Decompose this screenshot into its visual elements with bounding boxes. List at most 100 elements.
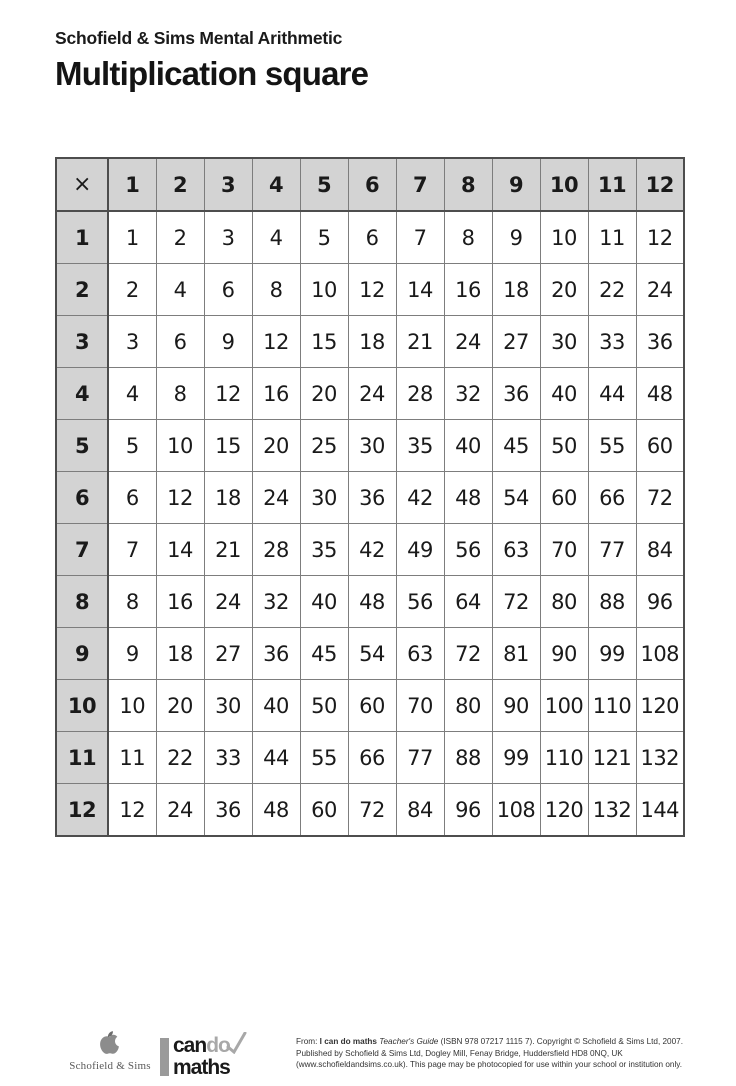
row-header-12: 12 xyxy=(55,783,109,837)
grid-cell: 42 xyxy=(347,523,397,576)
grid-cell: 132 xyxy=(587,783,637,837)
row-header-4: 4 xyxy=(55,367,109,420)
grid-cell: 1 xyxy=(107,210,157,264)
column-header-11: 11 xyxy=(587,157,637,212)
grid-cell: 45 xyxy=(299,627,349,680)
logo-text-can: can xyxy=(173,1034,207,1057)
copyright-prefix: From: xyxy=(296,1037,320,1046)
grid-cell: 8 xyxy=(155,367,205,420)
grid-cell: 10 xyxy=(299,263,349,316)
grid-cell: 84 xyxy=(395,783,445,837)
apple-icon xyxy=(100,1031,119,1054)
row-header-5: 5 xyxy=(55,419,109,472)
grid-cell: 108 xyxy=(635,627,685,680)
page-title: Multiplication square xyxy=(55,55,369,92)
grid-cell: 40 xyxy=(443,419,493,472)
grid-cell: 14 xyxy=(155,523,205,576)
row-header-8: 8 xyxy=(55,575,109,628)
grid-cell: 21 xyxy=(395,315,445,368)
grid-cell: 10 xyxy=(107,679,157,732)
grid-cell: 8 xyxy=(443,210,493,264)
grid-cell: 18 xyxy=(203,471,253,524)
grid-cell: 77 xyxy=(587,523,637,576)
grid-cell: 44 xyxy=(251,731,301,784)
grid-cell: 20 xyxy=(251,419,301,472)
column-header-5: 5 xyxy=(299,157,349,212)
grid-cell: 63 xyxy=(491,523,541,576)
logo-text-maths: maths xyxy=(173,1056,231,1079)
grid-cell: 18 xyxy=(155,627,205,680)
column-header-2: 2 xyxy=(155,157,205,212)
grid-row: 2 2 4 6 8 10 12 14 16 18 20 22 24 xyxy=(55,263,685,316)
grid-cell: 30 xyxy=(299,471,349,524)
grid-cell: 15 xyxy=(299,315,349,368)
grid-cell: 3 xyxy=(107,315,157,368)
logo-line-can-do: cando xyxy=(173,1032,247,1057)
grid-cell: 84 xyxy=(635,523,685,576)
grid-cell: 5 xyxy=(107,419,157,472)
grid-cell: 60 xyxy=(539,471,589,524)
grid-cell: 33 xyxy=(587,315,637,368)
grid-cell: 72 xyxy=(491,575,541,628)
grid-cell: 18 xyxy=(491,263,541,316)
grid-cell: 25 xyxy=(299,419,349,472)
grid-cell: 55 xyxy=(587,419,637,472)
grid-cell: 81 xyxy=(491,627,541,680)
grid-cell: 24 xyxy=(203,575,253,628)
grid-body: 1 1 2 3 4 5 6 7 8 9 10 11 12 2 2 4 6 8 10 12 14 16 18 20 22 24 3 3 6… xyxy=(55,210,685,837)
grid-cell: 56 xyxy=(443,523,493,576)
grid-cell: 6 xyxy=(203,263,253,316)
grid-cell: 27 xyxy=(491,315,541,368)
grid-cell: 36 xyxy=(347,471,397,524)
grid-cell: 4 xyxy=(251,210,301,264)
grid-cell: 28 xyxy=(251,523,301,576)
grid-cell: 9 xyxy=(203,315,253,368)
grid-cell: 10 xyxy=(155,419,205,472)
grid-cell: 50 xyxy=(539,419,589,472)
grid-cell: 32 xyxy=(251,575,301,628)
multiplication-square-container: × 1 2 3 4 5 6 7 8 9 10 11 12 11234567891… xyxy=(55,157,685,837)
grid-cell: 120 xyxy=(539,783,589,837)
grid-cell: 3 xyxy=(203,210,253,264)
grid-cell: 54 xyxy=(491,471,541,524)
grid-cell: 12 xyxy=(203,367,253,420)
grid-cell: 45 xyxy=(491,419,541,472)
column-header-10: 10 xyxy=(539,157,589,212)
grid-cell: 11 xyxy=(107,731,157,784)
grid-cell: 12 xyxy=(107,783,157,837)
grid-cell: 108 xyxy=(491,783,541,837)
row-header-6: 6 xyxy=(55,471,109,524)
grid-cell: 6 xyxy=(107,471,157,524)
grid-cell: 24 xyxy=(635,263,685,316)
grid-row: 4 4 8 12 16 20 24 28 32 36 40 44 48 xyxy=(55,367,685,420)
grid-cell: 49 xyxy=(395,523,445,576)
row-header-9: 9 xyxy=(55,627,109,680)
row-header-1: 1 xyxy=(55,210,109,264)
grid-cell: 8 xyxy=(251,263,301,316)
grid-row: 8 8 16 24 32 40 48 56 64 72 80 88 96 xyxy=(55,575,685,628)
grid-cell: 22 xyxy=(587,263,637,316)
grid-cell: 99 xyxy=(587,627,637,680)
grid-cell: 18 xyxy=(347,315,397,368)
grid-cell: 55 xyxy=(299,731,349,784)
copyright-line-3: (www.schofieldandsims.co.uk). This page … xyxy=(296,1060,683,1070)
grid-cell: 90 xyxy=(539,627,589,680)
grid-cell: 48 xyxy=(251,783,301,837)
grid-cell: 11 xyxy=(587,210,637,264)
grid-cell: 24 xyxy=(347,367,397,420)
grid-cell: 28 xyxy=(395,367,445,420)
multiplication-grid: × 1 2 3 4 5 6 7 8 9 10 11 12 11234567891… xyxy=(55,157,685,837)
grid-cell: 27 xyxy=(203,627,253,680)
grid-row: 11 11 22 33 44 55 66 77 88 99 110 121 132 xyxy=(55,731,685,784)
grid-cell: 72 xyxy=(347,783,397,837)
grid-cell: 60 xyxy=(635,419,685,472)
column-header-1: 1 xyxy=(107,157,157,212)
grid-cell: 44 xyxy=(587,367,637,420)
grid-row: 10 10 20 30 40 50 60 70 80 90 100 110 120 xyxy=(55,679,685,732)
grid-cell: 4 xyxy=(155,263,205,316)
grid-cell: 96 xyxy=(443,783,493,837)
grid-cell: 88 xyxy=(587,575,637,628)
multiply-symbol-cell: × xyxy=(55,157,109,212)
row-header-2: 2 xyxy=(55,263,109,316)
grid-header-row: × 1 2 3 4 5 6 7 8 9 10 11 12 xyxy=(55,157,685,212)
